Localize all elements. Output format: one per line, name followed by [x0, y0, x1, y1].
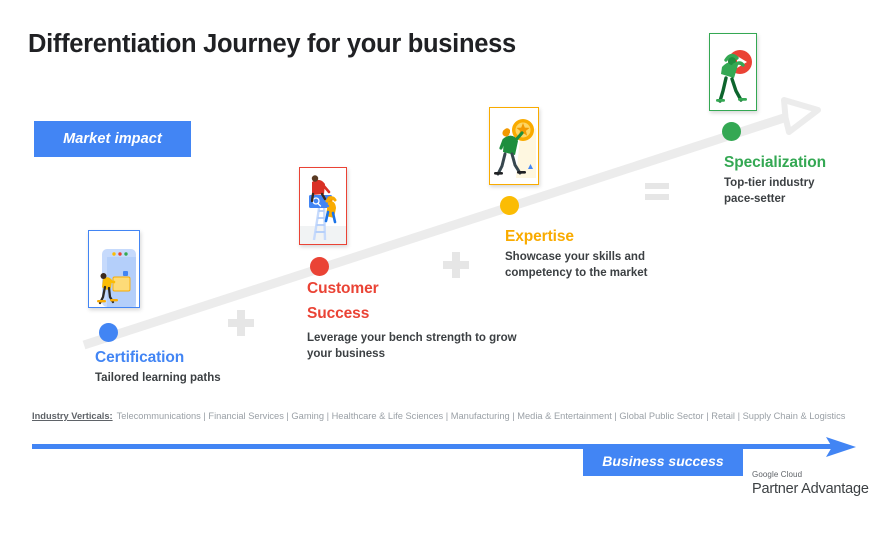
slide-canvas: Differentiation Journey for your busines…: [0, 0, 888, 536]
expertise-label-block: Expertise Showcase your skills and compe…: [505, 227, 725, 281]
business-success-arrowhead-icon: [826, 437, 856, 457]
certification-dot: [99, 323, 118, 342]
business-success-label: Business success: [602, 453, 724, 469]
google-cloud-partner-advantage-logo: Google Cloud Partner Advantage: [750, 470, 869, 498]
certification-label-block: Certification Tailored learning paths: [95, 348, 310, 386]
customer-success-title-line2: Success: [307, 305, 370, 322]
customer-success-dot: [310, 257, 329, 276]
plus-separator-1: [228, 310, 254, 336]
market-impact-label: Market impact: [63, 131, 162, 147]
expertise-dot: [500, 196, 519, 215]
industry-verticals-label: Industry Verticals:: [32, 411, 113, 421]
expertise-illustration-card: [489, 107, 539, 185]
person-holding-medal-illustration: [490, 108, 538, 184]
industry-verticals-list: Telecommunications | Financial Services …: [116, 411, 846, 421]
specialization-label-block: Specialization Top-tier industry pace-se…: [724, 153, 888, 207]
certification-illustration-card: [88, 230, 140, 308]
certification-title: Certification: [95, 349, 185, 366]
page-title: Differentiation Journey for your busines…: [28, 30, 516, 58]
specialization-illustration-card: [709, 33, 757, 111]
business-success-badge: Business success: [583, 446, 743, 476]
people-on-ladder-illustration: [300, 168, 346, 244]
equals-separator: [645, 183, 669, 201]
specialization-desc-line2: pace-setter: [724, 193, 786, 205]
customer-success-desc-line1: Leverage your bench strength to grow: [307, 332, 517, 344]
market-impact-badge: Market impact: [34, 121, 191, 157]
logo-google-cloud-text: Google Cloud: [752, 470, 803, 479]
customer-success-title-line1: Customer: [307, 280, 379, 297]
specialization-title: Specialization: [724, 154, 826, 171]
plus-separator-2: [443, 252, 469, 278]
customer-success-illustration-card: [299, 167, 347, 245]
customer-success-desc-line2: your business: [307, 348, 385, 360]
industry-verticals: Industry Verticals: Telecommunications | …: [32, 409, 862, 423]
specialization-dot: [722, 122, 741, 141]
certification-desc: Tailored learning paths: [95, 372, 221, 384]
person-carrying-play-button-illustration: [710, 34, 756, 110]
customer-success-label-block: Customer Success Leverage your bench str…: [307, 279, 542, 362]
person-pushing-box-illustration: [89, 231, 139, 307]
expertise-title: Expertise: [505, 228, 574, 245]
specialization-desc-line1: Top-tier industry: [724, 177, 815, 189]
expertise-desc-line1: Showcase your skills and: [505, 251, 645, 263]
logo-partner-advantage-text: Partner Advantage: [752, 481, 869, 497]
expertise-desc-line2: competency to the market: [505, 267, 648, 279]
